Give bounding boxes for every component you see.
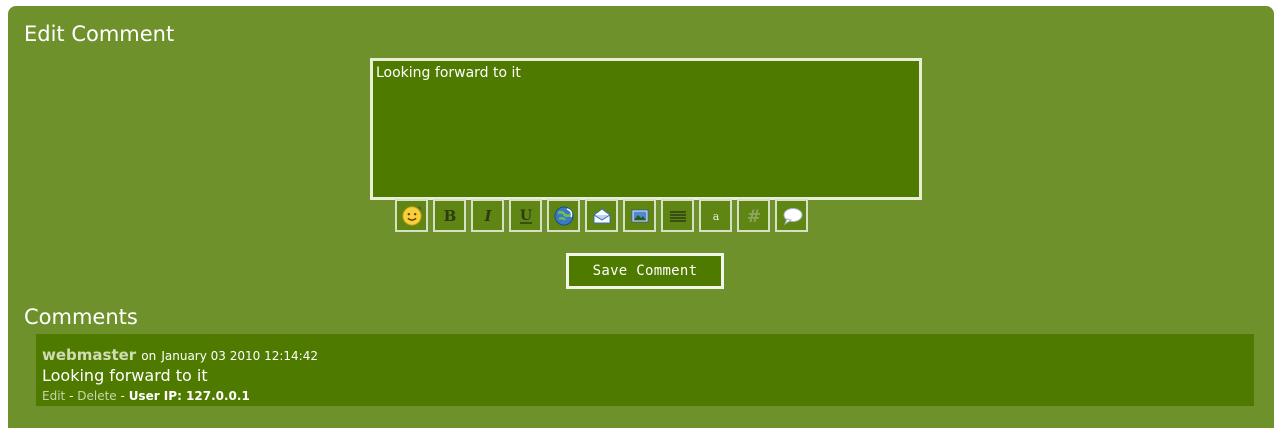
comment-date: January 03 2010 12:14:42: [161, 349, 318, 363]
comment-separator: -: [120, 389, 125, 403]
comment-header: webmaster on January 03 2010 12:14:42: [42, 345, 318, 364]
small-text-icon: a: [705, 205, 727, 227]
bold-button[interactable]: B: [433, 199, 466, 232]
comment-user-ip: User IP: 127.0.0.1: [128, 389, 250, 403]
italic-button[interactable]: I: [471, 199, 504, 232]
code-icon: #: [743, 205, 765, 227]
smiley-icon: [401, 205, 423, 227]
svg-text:B: B: [443, 207, 456, 225]
center-align-icon: [667, 205, 689, 227]
comment-text: Looking forward to it: [42, 366, 208, 385]
italic-icon: I: [477, 205, 499, 227]
image-button[interactable]: [623, 199, 656, 232]
comment-edit-link[interactable]: Edit: [42, 389, 65, 403]
small-text-button[interactable]: a: [699, 199, 732, 232]
quote-icon: [781, 205, 803, 227]
comment-item: webmaster on January 03 2010 12:14:42 Lo…: [36, 334, 1254, 406]
code-button[interactable]: #: [737, 199, 770, 232]
svg-text:U: U: [519, 208, 531, 224]
comment-delete-link[interactable]: Delete: [77, 389, 116, 403]
svg-text:#: #: [746, 207, 760, 227]
comment-textarea[interactable]: [370, 58, 922, 200]
link-icon: [553, 205, 575, 227]
underline-button[interactable]: U: [509, 199, 542, 232]
email-button[interactable]: [585, 199, 618, 232]
email-icon: [591, 205, 613, 227]
bold-icon: B: [439, 205, 461, 227]
save-comment-button[interactable]: Save Comment: [566, 253, 724, 289]
underline-icon: U: [515, 205, 537, 227]
image-icon: [629, 205, 651, 227]
svg-text:a: a: [712, 210, 719, 223]
comment-actions: Edit - Delete - User IP: 127.0.0.1: [42, 389, 250, 403]
center-align-button[interactable]: [661, 199, 694, 232]
comments-title: Comments: [24, 305, 138, 329]
formatting-toolbar: B I U a #: [395, 199, 808, 237]
smiley-button[interactable]: [395, 199, 428, 232]
comment-on-label: on: [141, 349, 157, 363]
edit-comment-panel: Edit Comment B: [8, 6, 1274, 428]
link-button[interactable]: [547, 199, 580, 232]
svg-text:I: I: [483, 207, 492, 225]
comment-separator: -: [69, 389, 74, 403]
quote-button[interactable]: [775, 199, 808, 232]
comment-author: webmaster: [42, 346, 137, 364]
edit-comment-title: Edit Comment: [24, 22, 175, 46]
